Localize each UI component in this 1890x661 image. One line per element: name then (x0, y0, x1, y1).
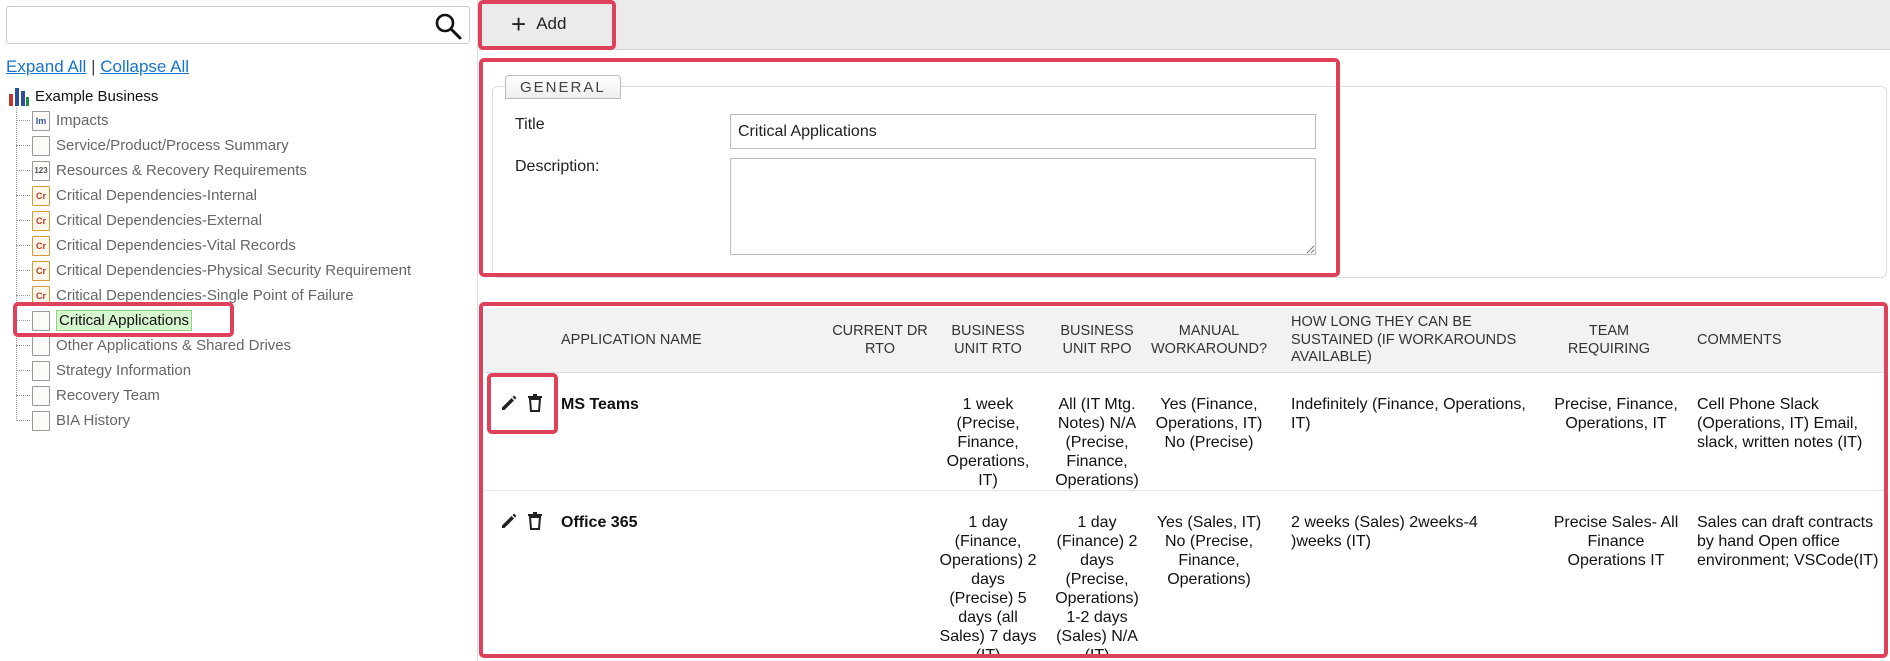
impact-report-icon: Im (32, 110, 50, 131)
text-document-icon (32, 135, 50, 156)
tree-items: Im Impacts Service/Product/Process Summary… (16, 108, 411, 433)
cell-business-unit-rpo: All (IT Mtg. Notes) N/A (Precise, Financ… (1055, 396, 1139, 489)
table-row: MS Teams 1 week (Precise, Finance, Opera… (485, 373, 1887, 491)
header-current-dr-rto[interactable]: CURRENT DR RTO (830, 308, 930, 373)
collapse-all-link[interactable]: Collapse All (100, 57, 189, 76)
critical-document-icon: Cr (32, 260, 50, 281)
app-root: Expand All | Collapse All Example Busine… (0, 0, 1890, 661)
edit-pencil-icon[interactable] (499, 511, 519, 531)
description-label: Description: (515, 158, 600, 175)
tree-item[interactable]: Service/Product/Process Summary (16, 133, 411, 158)
history-document-icon (32, 410, 50, 431)
cell-manual-workaround: Yes (Sales, IT) No (Precise, Finance, Op… (1156, 514, 1262, 588)
tree-item[interactable]: Cr Critical Dependencies-Single Point of … (16, 283, 411, 308)
critical-document-icon: Cr (32, 285, 50, 306)
header-how-long-sustained[interactable]: HOW LONG THEY CAN BE SUSTAINED (IF WORKA… (1291, 308, 1541, 373)
tree-item[interactable]: Recovery Team (16, 383, 411, 408)
header-business-unit-rpo[interactable]: BUSINESS UNIT RPO (1047, 308, 1147, 373)
grid-document-icon (32, 310, 50, 331)
tree-item[interactable]: 123 Resources & Recovery Requirements (16, 158, 411, 183)
cell-application-name: MS Teams (561, 396, 639, 413)
cell-business-unit-rto: 1 week (Precise, Finance, Operations, IT… (946, 396, 1030, 489)
tree-controls-separator: | (91, 57, 96, 76)
tree-item-label: Critical Applications (56, 310, 193, 331)
navigation-tree: Example Business Im Impacts Service/Produc… (8, 84, 411, 433)
tree-item-label: Critical Dependencies-External (56, 212, 262, 229)
cell-business-unit-rpo: 1 day (Finance) 2 days (Precise, Operati… (1055, 514, 1139, 658)
tree-item-label: Critical Dependencies-Single Point of Fa… (56, 287, 354, 304)
header-comments[interactable]: COMMENTS (1697, 308, 1882, 373)
cell-team-requiring: Precise Sales- All Finance Operations IT (1553, 514, 1679, 569)
tree-item-label: Critical Dependencies-Physical Security … (56, 262, 412, 279)
applications-grid: APPLICATION NAME CURRENT DR RTO BUSINESS… (485, 308, 1887, 658)
add-button[interactable]: + Add (503, 6, 613, 42)
header-manual-workaround[interactable]: MANUAL WORKAROUND? (1151, 308, 1267, 373)
tree-item-label: Critical Dependencies-Internal (56, 187, 257, 204)
title-label: Title (515, 116, 545, 133)
edit-pencil-icon[interactable] (499, 393, 519, 413)
grid-header: APPLICATION NAME CURRENT DR RTO BUSINESS… (485, 308, 1887, 373)
cell-how-long-sustained: 2 weeks (Sales) 2weeks-4 )weeks (IT) (1291, 514, 1478, 550)
expand-all-link[interactable]: Expand All (6, 57, 86, 76)
sidebar: Expand All | Collapse All Example Busine… (0, 0, 478, 661)
grid-document-icon (32, 335, 50, 356)
toolbar (479, 0, 1890, 50)
critical-document-icon: Cr (32, 235, 50, 256)
critical-document-icon: Cr (32, 210, 50, 231)
tree-item-label: Recovery Team (56, 387, 160, 404)
delete-trash-icon[interactable] (525, 511, 545, 531)
tree-controls: Expand All | Collapse All (6, 57, 189, 77)
tree-root[interactable]: Example Business (8, 84, 411, 108)
table-row: Office 365 1 day (Finance, Operations) 2… (485, 491, 1887, 658)
tree-item-label: Impacts (56, 112, 109, 129)
tree-item[interactable]: Cr Critical Dependencies-External (16, 208, 411, 233)
tree-item-label: BIA History (56, 412, 131, 429)
cell-manual-workaround: Yes (Finance, Operations, IT) No (Precis… (1155, 396, 1263, 451)
title-input[interactable] (730, 114, 1316, 149)
cell-team-requiring: Precise, Finance, Operations, IT (1554, 396, 1678, 432)
description-textarea[interactable] (730, 158, 1316, 255)
plus-icon: + (511, 9, 527, 39)
cell-how-long-sustained: Indefinitely (Finance, Operations, IT) (1291, 396, 1526, 432)
tree-item[interactable]: Cr Critical Dependencies-Physical Securit… (16, 258, 411, 283)
header-application-name[interactable]: APPLICATION NAME (561, 308, 821, 373)
tree-item[interactable]: Other Applications & Shared Drives (16, 333, 411, 358)
tree-root-label: Example Business (35, 87, 159, 105)
tree-item[interactable]: Cr Critical Dependencies-Vital Records (16, 233, 411, 258)
tree-item[interactable]: Strategy Information (16, 358, 411, 383)
list-document-icon (32, 360, 50, 381)
tree-item-label: Service/Product/Process Summary (56, 137, 289, 154)
header-business-unit-rto[interactable]: BUSINESS UNIT RTO (938, 308, 1038, 373)
tree-item[interactable]: BIA History (16, 408, 411, 433)
tree-item[interactable]: Cr Critical Dependencies-Internal (16, 183, 411, 208)
tree-item[interactable]: Critical Applications (16, 308, 411, 333)
tree-item[interactable]: Im Impacts (16, 108, 411, 133)
tree-item-label: Critical Dependencies-Vital Records (56, 237, 296, 254)
bar-chart-icon (9, 88, 29, 106)
tree-item-label: Strategy Information (56, 362, 192, 379)
add-button-label: Add (536, 14, 567, 33)
search-input[interactable] (15, 8, 435, 42)
tree-item-label: Resources & Recovery Requirements (56, 162, 307, 179)
tree-item-label: Other Applications & Shared Drives (56, 337, 292, 354)
cell-business-unit-rto: 1 day (Finance, Operations) 2 days (Prec… (939, 514, 1037, 658)
general-tab: GENERAL (505, 75, 621, 99)
numeric-document-icon: 123 (32, 160, 50, 181)
cell-comments: Cell Phone Slack (Operations, IT) Email,… (1697, 396, 1863, 451)
person-document-icon (32, 385, 50, 406)
cell-application-name: Office 365 (561, 514, 638, 531)
critical-document-icon: Cr (32, 185, 50, 206)
header-team-requiring[interactable]: TEAM REQUIRING (1550, 308, 1668, 373)
cell-comments: Sales can draft contracts by hand Open o… (1697, 514, 1879, 569)
search-icon[interactable] (433, 11, 463, 41)
search-box (6, 6, 470, 44)
delete-trash-icon[interactable] (525, 393, 545, 413)
